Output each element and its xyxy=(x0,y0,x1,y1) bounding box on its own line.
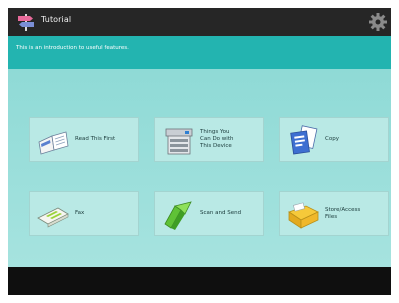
gear-icon[interactable] xyxy=(367,11,389,33)
tile-label: Store/Access Files xyxy=(325,206,361,220)
book-icon xyxy=(38,131,69,155)
tile-label: Copy xyxy=(325,136,339,142)
tile-area: Read This First Things You Can Do with T… xyxy=(8,69,391,267)
copy-icon xyxy=(290,125,318,155)
tile-label: Fax xyxy=(75,210,85,216)
folder-icon xyxy=(288,202,319,229)
signpost-icon xyxy=(18,14,34,31)
tile-copy[interactable]: Copy xyxy=(279,117,389,162)
tile-things-you-can-do[interactable]: Things You Can Do with This Device xyxy=(154,117,264,162)
tile-read-this-first[interactable]: Read This First xyxy=(29,117,139,162)
footer-bar xyxy=(8,267,391,295)
tile-label: Read This First xyxy=(75,136,116,142)
intro-banner: This is an introduction to useful featur… xyxy=(8,36,391,69)
banner-text: This is an introduction to useful featur… xyxy=(16,45,129,51)
printer-icon xyxy=(165,128,193,155)
window-title: Tutorial xyxy=(41,15,72,24)
tile-label: Scan and Send xyxy=(200,210,242,216)
tile-fax[interactable]: Fax xyxy=(29,191,139,236)
device-screen: Tutorial This is an introduction to usef… xyxy=(8,8,391,295)
tile-label: Things You Can Do with This Device xyxy=(200,129,234,149)
scan-send-icon xyxy=(164,201,192,230)
tile-store-access-files[interactable]: Store/Access Files xyxy=(279,191,389,236)
fax-icon xyxy=(37,207,69,228)
title-bar: Tutorial xyxy=(8,8,391,36)
tile-scan-and-send[interactable]: Scan and Send xyxy=(154,191,264,236)
